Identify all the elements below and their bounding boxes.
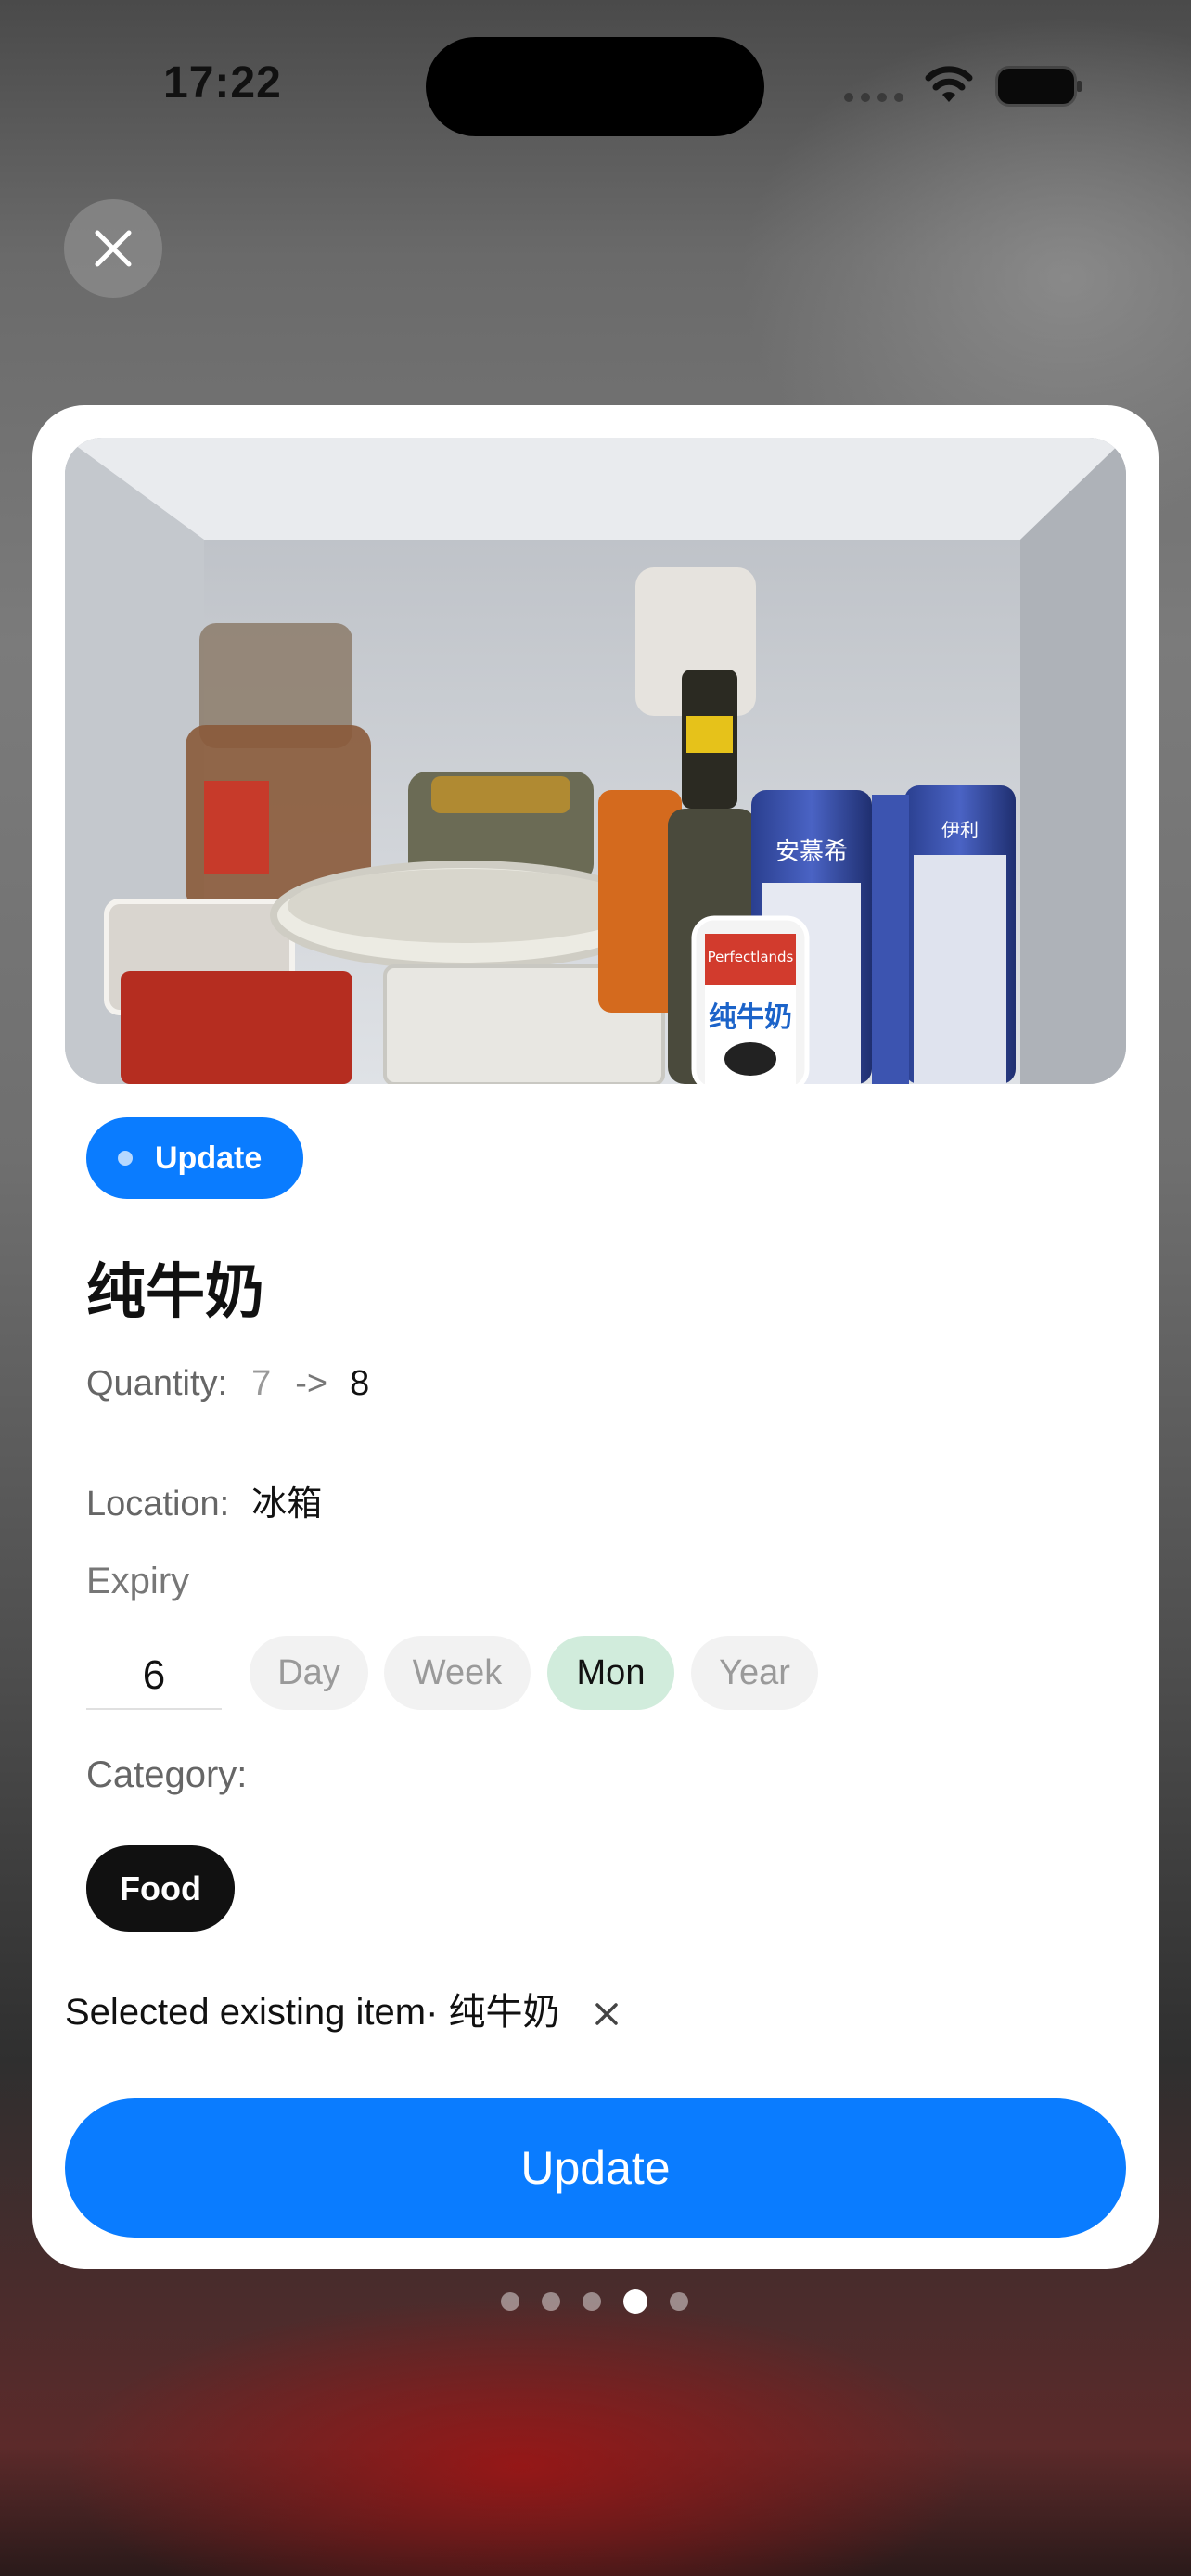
quantity-arrow: -> [295,1364,328,1403]
photo-label-brand: Perfectlands [708,949,794,965]
close-icon [95,230,132,267]
page-dot-active[interactable] [623,2289,647,2314]
status-time: 17:22 [163,58,282,108]
page-indicator[interactable] [501,2289,711,2314]
category-label: Category: [86,1754,248,1795]
expiry-unit-year[interactable]: Year [691,1636,818,1710]
expiry-unit-week[interactable]: Week [384,1636,531,1710]
page-dot[interactable] [670,2292,688,2311]
update-status-badge: Update [86,1117,303,1199]
dynamic-island [426,37,764,136]
category-chip-food[interactable]: Food [86,1845,235,1932]
photo-label-milk: 纯牛奶 [709,1001,792,1034]
update-button[interactable]: Update [65,2098,1126,2238]
close-button[interactable] [64,199,162,298]
location-row: Location: 冰箱 [86,1474,322,1525]
location-label: Location: [86,1485,230,1524]
location-value[interactable]: 冰箱 [251,1485,322,1524]
page-dot[interactable] [542,2292,560,2311]
quantity-new-value[interactable]: 8 [350,1364,369,1403]
item-card: 安慕希 伊利 Perfectlands 纯牛奶 Update 纯牛奶 Quant… [32,405,1159,2269]
expiry-unit-day[interactable]: Day [250,1636,368,1710]
update-badge-label: Update [155,1140,263,1176]
close-icon [595,2003,618,2025]
quantity-label: Quantity: [86,1364,228,1403]
photo-label-yili: 伊利 [941,819,979,841]
selected-existing-text: Selected existing item· 纯牛奶 [65,1992,560,2033]
selected-existing-item: Selected existing item· 纯牛奶 [65,1982,619,2035]
page-dot[interactable] [583,2292,601,2311]
expiry-unit-month[interactable]: Mon [547,1636,674,1710]
photo-label-anmuxi: 安慕希 [775,838,848,866]
status-dot-icon [118,1151,133,1166]
quantity-row: Quantity: 7 -> 8 [86,1364,369,1404]
item-photo: 安慕希 伊利 Perfectlands 纯牛奶 [65,438,1126,1084]
expiry-amount-input[interactable]: 6 [86,1643,222,1710]
cellular-signal-icon [844,93,905,102]
wifi-icon [924,65,974,106]
item-title: 纯牛奶 [86,1258,264,1325]
expiry-label: Expiry [86,1561,190,1601]
clear-selection-button[interactable] [595,1994,619,2035]
page-dot[interactable] [501,2292,519,2311]
battery-icon [998,69,1082,104]
quantity-old-value: 7 [251,1364,272,1403]
